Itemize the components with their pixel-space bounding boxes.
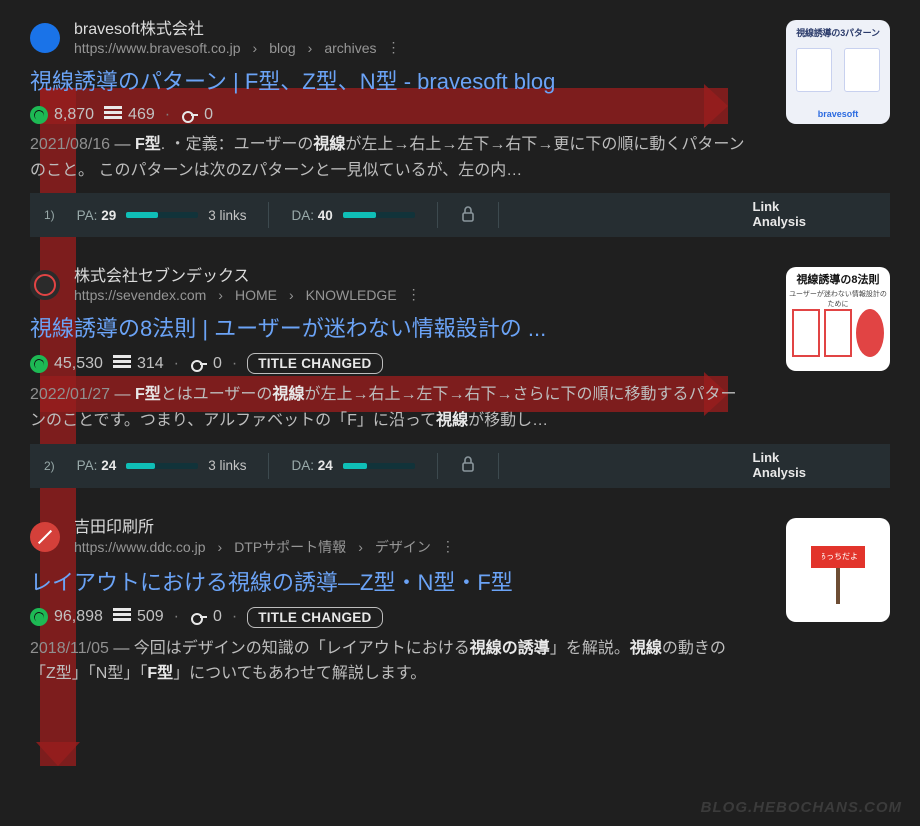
result-snippet: 2021/08/16 — F型. ・定義：ユーザーの視線が左上→右上→左下→右下…	[30, 132, 750, 183]
search-result: bravesoft株式会社https://www.bravesoft.co.jp…	[30, 20, 890, 237]
snippet-date: 2021/08/16	[30, 136, 110, 153]
snippet-date: 2022/01/27	[30, 386, 110, 403]
result-snippet: 2022/01/27 — F型とはユーザーの視線が左上→右上→左下→右下→さらに…	[30, 382, 750, 433]
result-title-link[interactable]: レイアウトにおける視線の誘導—Z型・N型・F型	[30, 567, 762, 599]
moz-pa: PA: 293 links	[77, 208, 247, 223]
result-thumbnail[interactable]: あっちだよ	[786, 518, 890, 622]
url-host[interactable]: https://sevendex.com	[74, 287, 206, 303]
moz-pa: PA: 243 links	[77, 458, 247, 473]
url-segment[interactable]: HOME	[235, 287, 277, 303]
metric-items: 509	[113, 608, 164, 626]
result-metrics: 96,898509·0·TITLE CHANGED	[30, 607, 762, 628]
key-icon	[180, 106, 198, 124]
metric-keys: 0	[189, 355, 222, 373]
url-host[interactable]: https://www.ddc.co.jp	[74, 539, 206, 555]
moz-da: DA: 24	[291, 458, 414, 473]
spotify-icon	[30, 608, 48, 626]
search-results: bravesoft株式会社https://www.bravesoft.co.jp…	[0, 0, 920, 737]
key-icon	[189, 355, 207, 373]
search-result: 株式会社セブンデックスhttps://sevendex.com › HOME ›…	[30, 267, 890, 487]
spotify-icon	[30, 106, 48, 124]
breadcrumb[interactable]: https://sevendex.com › HOME › KNOWLEDGE …	[74, 286, 421, 303]
snippet-date: 2018/11/05	[30, 640, 109, 657]
key-icon	[189, 608, 207, 626]
result-thumbnail[interactable]: 視線誘導の3パターンbravesoft	[786, 20, 890, 124]
search-result: 吉田印刷所https://www.ddc.co.jp › DTPサポート情報 ›…	[30, 518, 890, 687]
kebab-icon[interactable]: ⋮	[386, 39, 400, 56]
list-icon	[113, 608, 131, 626]
url-host[interactable]: https://www.bravesoft.co.jp	[74, 40, 241, 56]
result-title-link[interactable]: 視線誘導の8法則 | ユーザーが迷わない情報設計の ...	[30, 313, 762, 345]
moz-bar: 2) PA: 243 links DA: 24 LinkAnalysis	[30, 444, 890, 488]
result-title-link[interactable]: 視線誘導のパターン | F型、Z型、N型 - bravesoft blog	[30, 66, 762, 98]
moz-bar: 1) PA: 293 links DA: 40 LinkAnalysis	[30, 193, 890, 237]
moz-index: 2)	[44, 459, 55, 473]
url-segment[interactable]: DTPサポート情報	[234, 537, 346, 557]
kebab-icon[interactable]: ⋮	[441, 538, 455, 555]
breadcrumb[interactable]: https://www.ddc.co.jp › DTPサポート情報 › デザイン…	[74, 537, 455, 557]
link-analysis[interactable]: LinkAnalysis	[753, 200, 806, 230]
title-changed-badge: TITLE CHANGED	[247, 607, 382, 628]
site-name: 吉田印刷所	[74, 518, 455, 537]
metric-items: 469	[104, 106, 155, 124]
metric-views: 96,898	[30, 608, 103, 626]
metric-keys: 0	[180, 106, 213, 124]
site-name: bravesoft株式会社	[74, 20, 400, 39]
favicon	[30, 522, 60, 552]
moz-da: DA: 40	[291, 208, 414, 223]
url-segment[interactable]: デザイン	[375, 537, 431, 557]
title-changed-badge: TITLE CHANGED	[247, 353, 382, 374]
favicon	[30, 270, 60, 300]
snippet-body: F型とはユーザーの視線が左上→右上→左下→右下→さらに下の順に移動するパターンの…	[30, 386, 736, 429]
url-segment[interactable]: KNOWLEDGE	[306, 287, 397, 303]
breadcrumb[interactable]: https://www.bravesoft.co.jp › blog › arc…	[74, 39, 400, 56]
lock-icon[interactable]	[460, 205, 476, 226]
snippet-body: 今回はデザインの知識の「レイアウトにおける視線の誘導」を解説。視線の動きの「Z型…	[30, 640, 726, 683]
result-snippet: 2018/11/05 — 今回はデザインの知識の「レイアウトにおける視線の誘導」…	[30, 636, 750, 687]
result-metrics: 8,870469·0	[30, 106, 762, 124]
list-icon	[113, 355, 131, 373]
url-segment[interactable]: archives	[324, 40, 376, 56]
moz-links[interactable]: 3 links	[208, 458, 246, 473]
list-icon	[104, 106, 122, 124]
metric-items: 314	[113, 355, 164, 373]
moz-links[interactable]: 3 links	[208, 208, 246, 223]
lock-icon[interactable]	[460, 455, 476, 476]
result-metrics: 45,530314·0·TITLE CHANGED	[30, 353, 762, 374]
url-segment[interactable]: blog	[269, 40, 295, 56]
result-thumbnail[interactable]: 視線誘導の8法則ユーザーが迷わない情報設計のために	[786, 267, 890, 371]
watermark: BLOG.HEBOCHANS.COM	[701, 799, 902, 816]
spotify-icon	[30, 355, 48, 373]
favicon	[30, 23, 60, 53]
link-analysis[interactable]: LinkAnalysis	[753, 451, 806, 481]
metric-keys: 0	[189, 608, 222, 626]
snippet-body: F型. ・定義：ユーザーの視線が左上→右上→左下→右下→更に下の順に動くパターン…	[30, 136, 745, 179]
metric-views: 45,530	[30, 355, 103, 373]
kebab-icon[interactable]: ⋮	[407, 286, 421, 303]
moz-index: 1)	[44, 208, 55, 222]
site-name: 株式会社セブンデックス	[74, 267, 421, 286]
metric-views: 8,870	[30, 106, 94, 124]
